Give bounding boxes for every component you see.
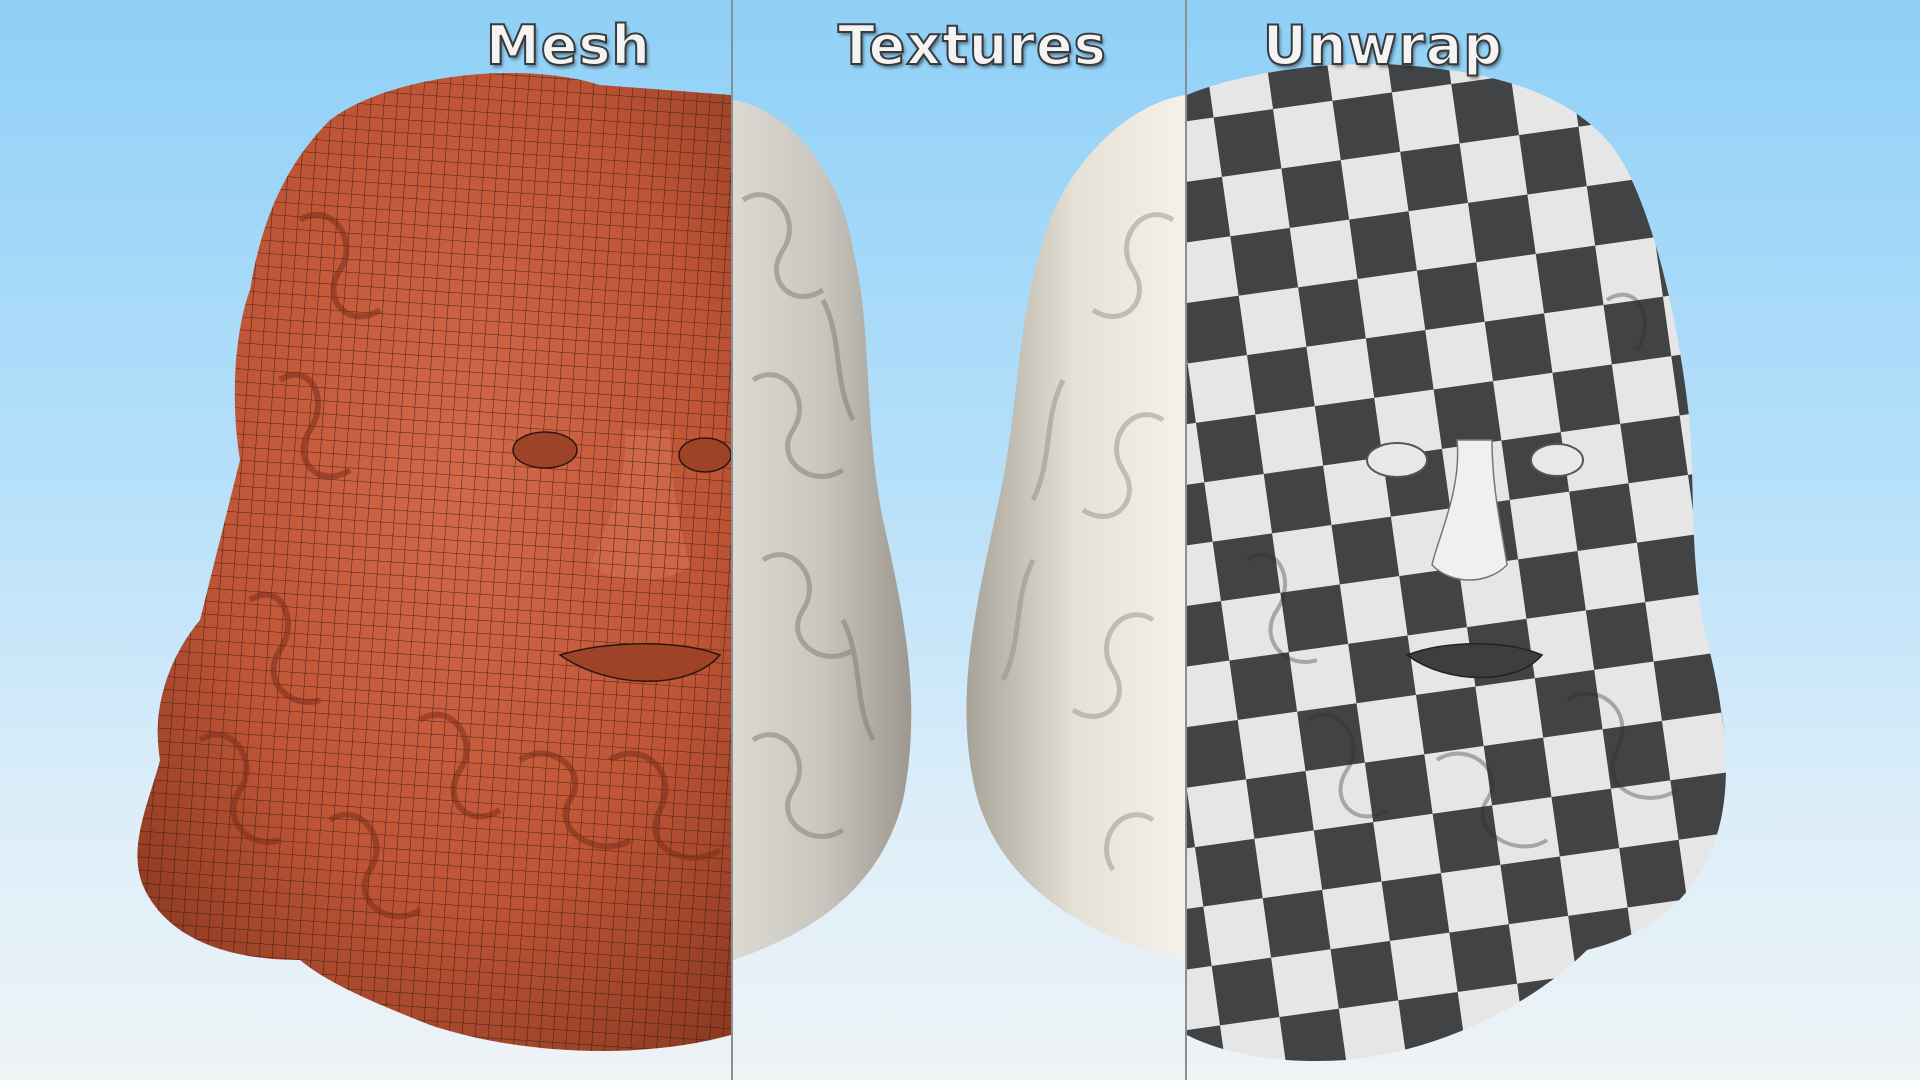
mesh-head-render [137, 72, 731, 1052]
textures-label: Textures [837, 13, 1107, 78]
textured-head-render [733, 95, 1185, 960]
unwrap-eye-right [1530, 443, 1584, 477]
marble-left-hair [733, 100, 912, 960]
mesh-label: Mesh [485, 13, 651, 78]
mesh-eye-right [678, 437, 731, 473]
marble-right-hair [966, 95, 1185, 960]
unwrap-label: Unwrap [1262, 13, 1503, 78]
checker-head-silhouette [1187, 64, 1726, 1061]
unwrap-panel: Unwrap [1187, 0, 1920, 1080]
unwrap-eye-left [1366, 442, 1428, 478]
mesh-panel: Mesh [0, 0, 731, 1080]
textures-panel: Textures [733, 0, 1185, 1080]
mesh-eye-left [512, 431, 578, 469]
unwrap-head-render [1187, 64, 1726, 1061]
